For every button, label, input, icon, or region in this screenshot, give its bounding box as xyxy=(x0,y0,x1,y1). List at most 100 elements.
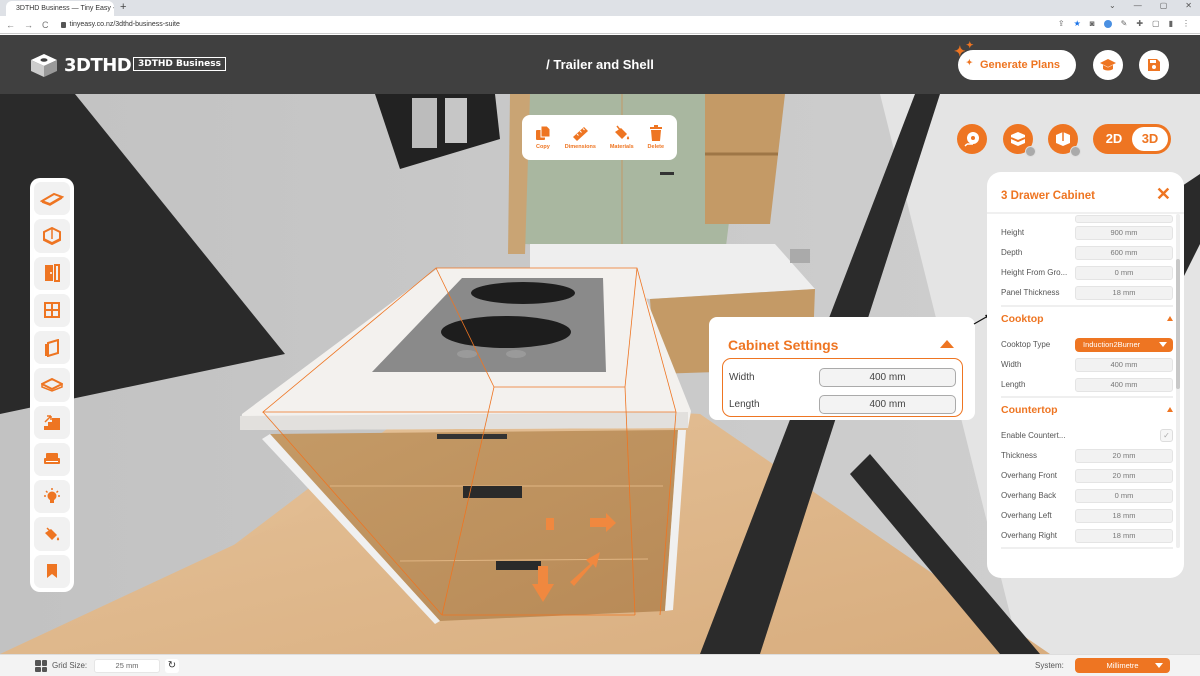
countertop-thickness-input[interactable]: 20 mm xyxy=(1075,448,1173,463)
grid-size-input[interactable]: 25 mm xyxy=(94,659,160,673)
bookmark-icon xyxy=(47,564,57,579)
property-label: Overhang Back xyxy=(1001,491,1057,500)
dimensions-button[interactable]: Dimensions xyxy=(565,125,596,150)
scrollbar-thumb[interactable] xyxy=(1176,259,1180,389)
camera-icon[interactable]: ◙ xyxy=(1090,19,1095,28)
property-row: Overhang Back 0 mm xyxy=(1001,487,1173,504)
tool-windows[interactable] xyxy=(34,293,70,328)
cooktop-length-input[interactable]: 400 mm xyxy=(1075,377,1173,392)
save-button[interactable] xyxy=(1139,50,1169,80)
tab-title: 3DTHD Business — Tiny Easy - T xyxy=(16,5,114,12)
tool-materials[interactable] xyxy=(34,517,70,551)
maximize-button[interactable]: ▢ xyxy=(1160,1,1168,10)
enable-countertop-checkbox[interactable]: ✓ xyxy=(1160,429,1173,442)
forward-button[interactable]: → xyxy=(24,20,33,30)
depth-input[interactable]: 600 mm xyxy=(1075,245,1173,260)
back-button[interactable]: ← xyxy=(6,20,15,30)
tool-stairs[interactable] xyxy=(34,405,70,439)
view-3d-option[interactable]: 3D xyxy=(1132,127,1168,151)
lock-icon xyxy=(60,21,66,28)
3d-viewport[interactable]: Copy Dimensions Materials Delete 2D 3D C… xyxy=(0,94,1200,654)
tool-trailer[interactable] xyxy=(34,182,70,216)
panel-icon xyxy=(45,338,59,357)
minimize-button[interactable]: — xyxy=(1134,1,1142,10)
property-label: Thickness xyxy=(1001,451,1038,460)
height-input[interactable]: 900 mm xyxy=(1075,225,1173,240)
overhang-back-input[interactable]: 0 mm xyxy=(1075,488,1173,503)
cooktop-width-input[interactable]: 400 mm xyxy=(1075,357,1173,372)
tool-doors[interactable] xyxy=(34,256,70,290)
width-input[interactable]: 400 mm xyxy=(819,367,956,387)
property-row: Enable Countert... ✓ xyxy=(1001,427,1173,444)
browser-tab[interactable]: 3DTHD Business — Tiny Easy - T × xyxy=(6,1,114,16)
new-tab-button[interactable]: + xyxy=(120,1,126,13)
property-label: Height xyxy=(1001,228,1025,237)
overhang-front-input[interactable]: 20 mm xyxy=(1075,468,1173,483)
puzzle-icon[interactable]: ✚ xyxy=(1136,19,1143,28)
overhang-right-input[interactable]: 18 mm xyxy=(1075,528,1173,543)
collapse-triangle-icon[interactable] xyxy=(1167,407,1173,412)
property-row: Overhang Front 20 mm xyxy=(1001,467,1173,484)
tool-floors[interactable] xyxy=(34,368,70,402)
property-label: Cooktop Type xyxy=(1001,340,1051,349)
profile-icon[interactable]: ▮ xyxy=(1169,19,1173,28)
materials-label: Materials xyxy=(609,144,634,150)
url-field[interactable]: tinyeasy.co.nz/3dthd-business-suite xyxy=(60,21,180,28)
materials-button[interactable]: Materials xyxy=(610,125,634,150)
eyedropper-icon[interactable]: ✎ xyxy=(1121,19,1128,28)
burner xyxy=(441,316,571,348)
dimensions-label: Dimensions xyxy=(564,144,596,150)
view-mode-toggle[interactable]: 2D 3D xyxy=(1093,124,1171,154)
window-icon xyxy=(44,302,60,319)
bookmark-star-icon[interactable]: ★ xyxy=(1074,19,1081,28)
property-row: Depth 600 mm xyxy=(1001,244,1173,261)
sparkle-small-icon: ✦ xyxy=(966,58,973,67)
measure-tape-button[interactable] xyxy=(957,124,987,154)
delete-button[interactable]: Delete xyxy=(648,125,664,150)
reload-button[interactable]: C xyxy=(42,20,49,30)
reset-grid-button[interactable]: ↻ xyxy=(165,659,179,673)
copy-button[interactable]: Copy xyxy=(535,125,551,150)
tab-search-button[interactable]: ⌄ xyxy=(1109,1,1116,10)
toggle-roof-visibility-button[interactable] xyxy=(1003,124,1036,157)
tool-lighting[interactable] xyxy=(34,480,70,514)
close-icon[interactable]: ✕ xyxy=(1156,185,1171,203)
property-row: Thickness 20 mm xyxy=(1001,447,1173,464)
app-header: 3DTHD 3DTHD Business / Trailer and Shell… xyxy=(0,35,1200,94)
property-panel-title: 3 Drawer Cabinet xyxy=(1001,190,1095,202)
tool-furniture[interactable] xyxy=(34,442,70,477)
close-window-button[interactable]: ✕ xyxy=(1185,1,1192,10)
copy-icon xyxy=(535,125,551,140)
generate-plans-button[interactable]: ✦ ✦ ✦ Generate Plans xyxy=(954,40,1076,80)
object-context-toolbar: Copy Dimensions Materials Delete xyxy=(522,115,677,160)
grid-icon xyxy=(35,660,47,672)
extension-icon[interactable] xyxy=(1103,19,1112,28)
tutorial-button[interactable] xyxy=(1093,50,1123,80)
scrollbar[interactable] xyxy=(1176,214,1180,548)
countertop-section-header[interactable]: Countertop xyxy=(1001,404,1173,416)
panel-thickness-input[interactable]: 18 mm xyxy=(1075,285,1173,300)
cooktop-section-header[interactable]: Cooktop xyxy=(1001,313,1173,325)
property-row: Width 400 mm xyxy=(1001,356,1173,373)
toggle-walls-visibility-button[interactable] xyxy=(1048,124,1081,157)
window-controls: ⌄ — ▢ ✕ xyxy=(1109,1,1192,10)
property-label: Overhang Right xyxy=(1001,531,1058,540)
property-row: Length 400 mm xyxy=(1001,376,1173,393)
tool-shell[interactable] xyxy=(34,219,70,253)
unit-system-select[interactable]: Millimetre xyxy=(1075,658,1170,673)
tool-bookmarks[interactable] xyxy=(34,554,70,588)
overhang-left-input[interactable]: 18 mm xyxy=(1075,508,1173,523)
sidepanel-icon[interactable]: ▢ xyxy=(1152,19,1160,28)
length-input[interactable]: 400 mm xyxy=(819,394,956,414)
height-from-ground-input[interactable]: 0 mm xyxy=(1075,265,1173,280)
menu-icon[interactable]: ⋮ xyxy=(1182,19,1190,28)
address-bar: ← → C tinyeasy.co.nz/3dthd-business-suit… xyxy=(0,16,1200,34)
property-label: Depth xyxy=(1001,248,1023,257)
share-icon[interactable]: ⇪ xyxy=(1058,19,1065,28)
collapse-triangle-icon[interactable] xyxy=(1167,316,1173,321)
cooktop-type-select[interactable]: Induction2Burner xyxy=(1075,337,1173,352)
tool-panels[interactable] xyxy=(34,331,70,365)
view-2d-option[interactable]: 2D xyxy=(1096,127,1132,151)
collapse-triangle-icon[interactable] xyxy=(940,340,954,348)
property-label: Overhang Left xyxy=(1001,511,1052,520)
